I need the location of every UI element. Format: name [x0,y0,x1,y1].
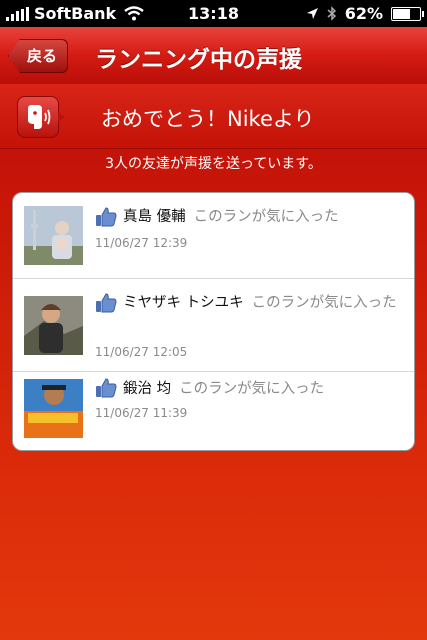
cheer-timestamp: 11/06/27 12:39 [95,236,188,250]
cheer-timestamp: 11/06/27 11:39 [95,406,188,420]
battery-percent: 62% [344,4,383,23]
banner-message: おめでとう！Nikeより [101,107,315,131]
cheer-list: 真島 優輔 このランが気に入った 11/06/27 12:39 ミヤザキ トシユキ… [12,192,415,451]
battery-icon [391,6,424,21]
friend-name: 鍛治 均 [123,381,172,397]
navigation-bar: 戻る ランニング中の声援 [0,27,427,85]
cheer-message: このランが気に入った [179,381,325,397]
back-button[interactable]: 戻る [8,39,69,73]
avatar [24,379,83,438]
cheer-timestamp: 11/06/27 12:05 [95,345,188,359]
bluetooth-icon [327,6,336,21]
avatar [24,206,83,265]
list-item[interactable]: 真島 優輔 このランが気に入った 11/06/27 12:39 [13,193,414,277]
cheer-message: このランが気に入った [251,295,397,311]
cheer-message: このランが気に入った [193,209,339,225]
location-icon [306,8,318,19]
friend-name: 真島 優輔 [123,209,186,225]
cheer-text: ミヤザキ トシユキ このランが気に入った [95,291,400,315]
cheer-text: 真島 優輔 このランが気に入った [95,205,400,229]
page-title: ランニング中の声援 [95,47,302,73]
list-item[interactable]: 鍛治 均このランが気に入った 11/06/27 11:39 [13,371,414,450]
cheer-count-text: 3人の友達が声援を送っています。 [105,156,322,172]
cheer-text: 鍛治 均このランが気に入った [95,377,400,401]
friend-name: ミヤザキ トシユキ [123,295,244,311]
list-item[interactable]: ミヤザキ トシユキ このランが気に入った 11/06/27 12:05 [13,278,414,371]
avatar [24,296,83,355]
status-bar: SoftBank 13:18 62% [0,0,427,27]
cheer-banner: おめでとう！Nikeより [0,84,427,149]
cheer-speaker-icon [17,96,65,138]
